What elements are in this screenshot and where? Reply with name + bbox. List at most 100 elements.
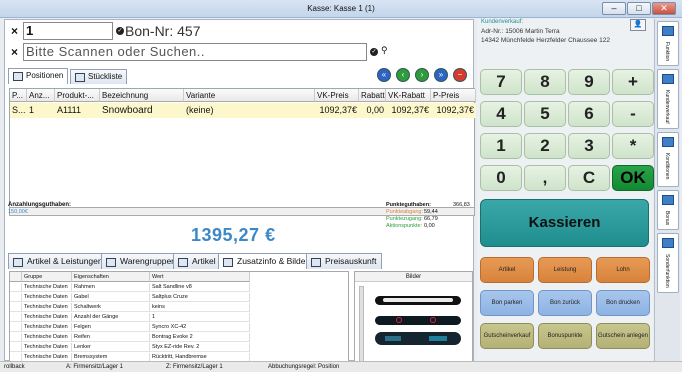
table-cell[interactable]: Saltplus Cruze (150, 293, 250, 302)
table-cell[interactable]: Bontrag Evoke 2 (150, 333, 250, 342)
table-cell[interactable]: Lenker (72, 343, 150, 352)
search-icon[interactable]: ⚲ (381, 45, 388, 56)
gutschein-anlegen-button[interactable]: Gutschein anlegen (596, 323, 650, 349)
confirm-quantity-icon[interactable]: ✓ (116, 27, 124, 35)
clear-quantity-icon[interactable]: × (11, 24, 18, 38)
table-cell[interactable]: keins (150, 303, 250, 312)
table-cell[interactable]: 1 (150, 313, 250, 322)
bon-parken-button[interactable]: Bon parken (480, 290, 534, 316)
column-header[interactable]: P-Preis (431, 89, 476, 102)
row-selector[interactable] (10, 283, 22, 292)
leistung-button[interactable]: Leistung (538, 257, 592, 283)
clear-search-icon[interactable]: × (11, 45, 18, 59)
table-cell[interactable]: Reifen (72, 333, 150, 342)
table-cell[interactable]: 1 (27, 103, 55, 118)
key-plus-button[interactable]: + (612, 69, 654, 95)
kassieren-button[interactable]: Kassieren (480, 199, 649, 247)
table-cell[interactable]: 1092,37€ (386, 103, 431, 118)
tab-positionen[interactable]: Positionen (8, 68, 69, 84)
side-tab-sonderfunktion[interactable]: Sonderfunktion (657, 233, 679, 293)
column-header[interactable]: VK-Rabatt (386, 89, 431, 102)
bon-drucken-button[interactable]: Bon drucken (596, 290, 650, 316)
side-tab-kundenverkauf[interactable]: Kundenverkauf (657, 69, 679, 129)
confirm-search-icon[interactable]: ✓ (370, 48, 378, 56)
key-0-button[interactable]: 0 (480, 165, 522, 191)
column-header[interactable]: Variante (184, 89, 315, 102)
side-tab-funktion[interactable]: Funktion (657, 21, 679, 66)
row-selector[interactable] (10, 333, 22, 342)
key-2-button[interactable]: 2 (524, 133, 566, 159)
key-4-button[interactable]: 4 (480, 101, 522, 127)
table-cell[interactable]: Snowboard (100, 103, 184, 118)
table-cell[interactable]: Technische Daten (22, 343, 72, 352)
table-cell[interactable]: Syncro XC-42 (150, 323, 250, 332)
maximize-button[interactable]: □ (627, 2, 651, 15)
column-header[interactable]: Produkt-... (55, 89, 100, 102)
table-cell[interactable]: 1092,37€ (431, 103, 476, 118)
table-cell[interactable]: 0,00 (359, 103, 386, 118)
tab-artikel[interactable]: Artikel (173, 253, 221, 269)
table-cell[interactable]: Schaltwerk (72, 303, 150, 312)
table-cell[interactable]: 1092,37€ (315, 103, 359, 118)
column-header[interactable]: VK-Preis (315, 89, 359, 102)
first-record-icon[interactable]: « (377, 68, 391, 82)
key-minus-button[interactable]: - (612, 101, 654, 127)
key-1-button[interactable]: 1 (480, 133, 522, 159)
key-9-button[interactable]: 9 (568, 69, 610, 95)
key-3-button[interactable]: 3 (568, 133, 610, 159)
last-record-icon[interactable]: » (434, 68, 448, 82)
minimize-button[interactable]: – (602, 2, 626, 15)
row-selector[interactable] (10, 343, 22, 352)
gutscheinverkauf-button[interactable]: Gutscheinverkauf (480, 323, 534, 349)
table-cell[interactable]: Styx EZ-ride Rev. 2 (150, 343, 250, 352)
table-cell[interactable]: Technische Daten (22, 323, 72, 332)
quantity-input[interactable]: 1 (23, 22, 113, 40)
close-window-button[interactable]: ✕ (652, 2, 676, 15)
tab-preisauskunft[interactable]: Preisauskunft (306, 253, 382, 269)
tab-warengruppen[interactable]: Warengruppen (101, 253, 181, 269)
table-cell[interactable]: Rahmen (72, 283, 150, 292)
artikel-button[interactable]: Artikel (480, 257, 534, 283)
table-cell[interactable]: Anzahl der Gänge (72, 313, 150, 322)
column-header[interactable]: Wert (150, 272, 250, 282)
row-selector[interactable] (10, 303, 22, 312)
delete-position-icon[interactable]: − (453, 68, 467, 82)
key-comma-button[interactable]: , (524, 165, 566, 191)
column-header[interactable]: Anz... (27, 89, 55, 102)
table-cell[interactable]: Technische Daten (22, 283, 72, 292)
key-ok-button[interactable]: OK (612, 165, 654, 191)
table-cell[interactable]: (keine) (184, 103, 315, 118)
tab-zusatzinfo-bilder[interactable]: Zusatzinfo & Bilder (218, 253, 314, 269)
key-6-button[interactable]: 6 (568, 101, 610, 127)
column-header[interactable]: Bezeichnung (100, 89, 184, 102)
table-cell[interactable]: Technische Daten (22, 303, 72, 312)
key-8-button[interactable]: 8 (524, 69, 566, 95)
table-cell[interactable]: Technische Daten (22, 313, 72, 322)
table-cell[interactable]: S... (10, 103, 27, 118)
table-cell[interactable]: Felgen (72, 323, 150, 332)
previous-record-icon[interactable]: ‹ (396, 68, 410, 82)
column-header[interactable]: P... (10, 89, 27, 102)
key-clear-button[interactable]: C (568, 165, 610, 191)
table-cell[interactable]: Gabel (72, 293, 150, 302)
tab-stueckliste[interactable]: Stückliste (70, 69, 128, 84)
search-input[interactable]: Bitte Scannen oder Suchen.. (23, 43, 367, 61)
key-7-button[interactable]: 7 (480, 69, 522, 95)
column-header[interactable]: Gruppe (22, 272, 72, 282)
bonuspunkte-button[interactable]: Bonuspunkte (538, 323, 592, 349)
column-header[interactable]: Rabatt (359, 89, 386, 102)
side-tab-konditionen[interactable]: Konditionen (657, 132, 679, 187)
tab-artikel-leistungen[interactable]: Artikel & Leistungen (8, 253, 108, 269)
customer-icon[interactable]: 👤 (630, 19, 646, 31)
table-cell[interactable]: Technische Daten (22, 333, 72, 342)
table-cell[interactable]: Salt Sandline v8 (150, 283, 250, 292)
side-tab-bonus[interactable]: Bonus (657, 190, 679, 230)
key-5-button[interactable]: 5 (524, 101, 566, 127)
next-record-icon[interactable]: › (415, 68, 429, 82)
row-selector[interactable] (10, 313, 22, 322)
table-cell[interactable]: Technische Daten (22, 293, 72, 302)
key-multiply-button[interactable]: * (612, 133, 654, 159)
lohn-button[interactable]: Lohn (596, 257, 650, 283)
bon-zurück-button[interactable]: Bon zurück (538, 290, 592, 316)
picture-scrollbar[interactable] (359, 286, 364, 372)
